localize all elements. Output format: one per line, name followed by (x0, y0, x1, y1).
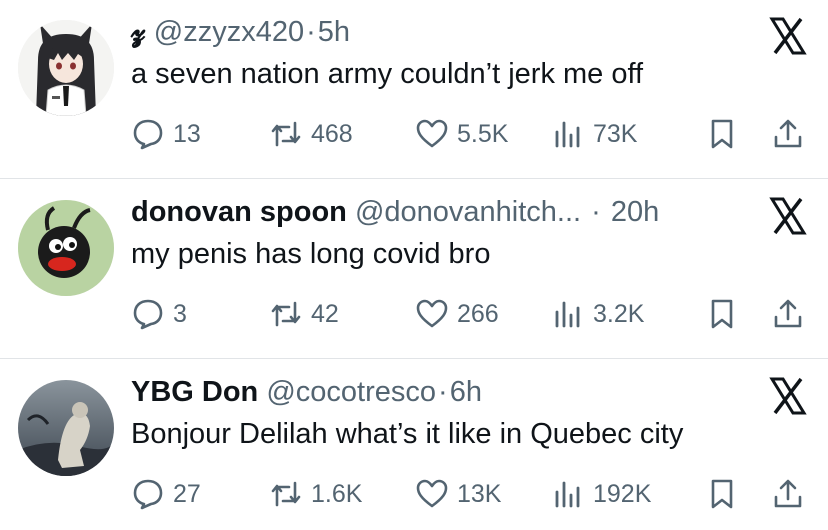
retweet-icon (271, 481, 301, 507)
avatar[interactable] (18, 380, 114, 476)
like-button[interactable]: 13K (415, 474, 501, 514)
tweet-text: a seven nation army couldn’t jerk me off (131, 58, 644, 90)
reply-count: 27 (173, 480, 201, 508)
views-icon (555, 301, 580, 328)
retweet-count: 468 (311, 120, 353, 148)
avatar-anime-girl-image (18, 20, 114, 116)
display-name[interactable]: YBG Don (131, 376, 258, 408)
views-icon (555, 481, 580, 508)
views-count: 192K (593, 480, 652, 508)
avatar[interactable] (18, 200, 114, 296)
reply-count: 3 (173, 300, 187, 328)
x-logo-icon[interactable] (768, 196, 808, 236)
like-count: 266 (457, 300, 499, 328)
avatar-cartoon-creature-image (18, 200, 114, 296)
retweet-button[interactable]: 1.6K (269, 474, 362, 514)
tweet-feed: 𝔃 @zzyzx420·5h a seven nation army could… (0, 0, 828, 530)
tweet-text: Bonjour Delilah what’s it like in Quebec… (131, 418, 684, 450)
tweet[interactable]: 𝔃 @zzyzx420·5h a seven nation army could… (0, 0, 828, 178)
retweet-icon (271, 121, 301, 147)
reply-icon (133, 299, 163, 330)
tweet-actions: 13 468 5.5K 73K (131, 114, 811, 154)
share-icon (774, 299, 802, 328)
tweet-header: 𝔃 @zzyzx420·5h (131, 14, 350, 50)
like-button[interactable]: 5.5K (415, 114, 508, 154)
reply-count: 13 (173, 120, 201, 148)
bookmark-icon (711, 119, 733, 149)
share-button[interactable] (771, 114, 805, 154)
timestamp[interactable]: 5h (318, 16, 350, 48)
avatar[interactable] (18, 20, 114, 116)
x-logo-icon[interactable] (768, 376, 808, 416)
retweet-count: 42 (311, 300, 339, 328)
share-icon (774, 119, 802, 148)
like-count: 5.5K (457, 120, 509, 148)
user-handle[interactable]: @zzyzx420 (154, 16, 304, 48)
heart-icon (416, 299, 448, 328)
heart-icon (416, 119, 448, 148)
display-name[interactable]: donovan spoon (131, 196, 347, 228)
reply-icon (133, 119, 163, 150)
separator-dot: · (306, 16, 316, 48)
views-button[interactable]: 3.2K (551, 294, 644, 334)
tweet[interactable]: YBG Don @cocotresco·6h Bonjour Delilah w… (0, 360, 828, 530)
like-button[interactable]: 266 (415, 294, 499, 334)
bookmark-button[interactable] (705, 114, 739, 154)
retweet-count: 1.6K (311, 480, 363, 508)
share-button[interactable] (771, 294, 805, 334)
separator-dot: · (438, 376, 448, 408)
views-button[interactable]: 192K (551, 474, 651, 514)
bookmark-button[interactable] (705, 474, 739, 514)
retweet-icon (271, 301, 301, 327)
reply-button[interactable]: 13 (131, 114, 201, 154)
bookmark-icon (711, 299, 733, 329)
tweet-actions: 3 42 266 3.2K (131, 294, 811, 334)
bookmark-button[interactable] (705, 294, 739, 334)
divider (0, 178, 828, 179)
views-count: 3.2K (593, 300, 645, 328)
display-name[interactable]: 𝔃 (131, 16, 146, 48)
x-logo-icon[interactable] (768, 16, 808, 56)
bookmark-icon (711, 479, 733, 509)
retweet-button[interactable]: 42 (269, 294, 339, 334)
user-handle[interactable]: @cocotresco (266, 376, 436, 408)
timestamp[interactable]: 6h (450, 376, 482, 408)
like-count: 13K (457, 480, 502, 508)
reply-icon (133, 479, 163, 510)
user-handle[interactable]: @donovanhitch... (355, 196, 581, 228)
tweet-header: YBG Don @cocotresco·6h (131, 374, 482, 410)
tweet-text: my penis has long covid bro (131, 238, 491, 270)
tweet-header: donovan spoon @donovanhitch... · 20h (131, 194, 659, 230)
share-button[interactable] (771, 474, 805, 514)
tweet-actions: 27 1.6K 13K 192K (131, 474, 811, 514)
views-count: 73K (593, 120, 638, 148)
reply-button[interactable]: 27 (131, 474, 201, 514)
separator-dot: · (583, 196, 609, 228)
heart-icon (416, 479, 448, 508)
tweet[interactable]: donovan spoon @donovanhitch... · 20h my … (0, 180, 828, 358)
reply-button[interactable]: 3 (131, 294, 187, 334)
divider (0, 358, 828, 359)
views-button[interactable]: 73K (551, 114, 637, 154)
views-icon (555, 121, 580, 148)
timestamp[interactable]: 20h (611, 196, 659, 228)
share-icon (774, 479, 802, 508)
avatar-painting-image (18, 380, 114, 476)
retweet-button[interactable]: 468 (269, 114, 353, 154)
